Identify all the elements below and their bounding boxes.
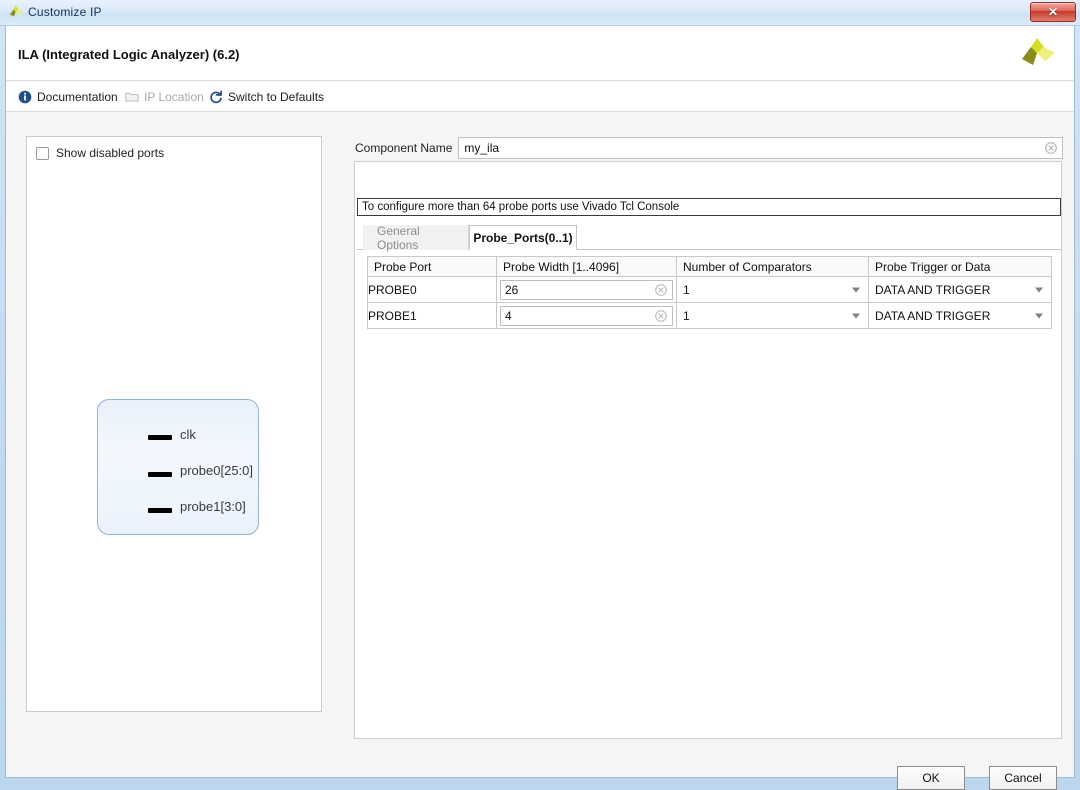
page-title: ILA (Integrated Logic Analyzer) (6.2) (18, 47, 240, 62)
config-panel: Component Name To configure more than 64… (354, 137, 1063, 739)
probe-width-field[interactable] (500, 279, 673, 300)
tab-general-options-label: General Options (377, 223, 420, 252)
documentation-button[interactable]: Documentation (18, 88, 118, 106)
port-line-clk (148, 435, 172, 440)
probe-width-cell[interactable] (496, 302, 677, 329)
show-disabled-ports-label: Show disabled ports (56, 146, 165, 160)
clear-circle-icon[interactable] (1045, 142, 1057, 154)
trigger-or-data-cell[interactable]: DATA AND TRIGGER (868, 276, 1052, 303)
ports-preview-panel: Show disabled ports clk probe0[25:0] pro… (26, 136, 322, 712)
ok-button[interactable]: OK (897, 766, 965, 790)
clear-circle-icon[interactable] (655, 309, 667, 322)
port-line-probe1 (148, 508, 172, 513)
trigger-or-data-dropdown[interactable]: DATA AND TRIGGER (869, 278, 1051, 302)
probe-width-input[interactable] (501, 306, 672, 325)
comparators-cell[interactable]: 1 (676, 276, 869, 303)
chevron-down-icon (1035, 313, 1043, 318)
trigger-or-data-value: DATA AND TRIGGER (875, 308, 991, 323)
table-header-row: Probe Port Probe Width [1..4096] Number … (367, 256, 1052, 277)
probe-width-field[interactable] (500, 305, 673, 326)
folder-icon (125, 90, 139, 104)
probe-ports-table: Probe Port Probe Width [1..4096] Number … (367, 256, 1052, 329)
window-title: Customize IP (28, 5, 102, 19)
port-label-probe1: probe1[3:0] (180, 499, 246, 514)
column-header-probe-width: Probe Width [1..4096] (496, 256, 677, 277)
ip-header: ILA (Integrated Logic Analyzer) (6.2) (6, 26, 1074, 81)
comparators-cell[interactable]: 1 (676, 302, 869, 329)
chevron-down-icon (1035, 287, 1043, 292)
port-label-probe0: probe0[25:0] (180, 463, 254, 478)
close-button[interactable]: ✕ (1030, 2, 1076, 22)
comparators-dropdown[interactable]: 1 (677, 278, 868, 302)
probe-width-cell[interactable] (496, 276, 677, 303)
column-header-trigger-or-data: Probe Trigger or Data (868, 256, 1052, 277)
show-disabled-ports-checkbox[interactable]: Show disabled ports (36, 146, 164, 160)
switch-to-defaults-label: Switch to Defaults (228, 90, 325, 104)
component-name-label: Component Name (355, 141, 453, 155)
comparators-dropdown[interactable]: 1 (677, 304, 868, 328)
title-bar: Customize IP ✕ (0, 0, 1080, 26)
info-message-text: To configure more than 64 probe ports us… (362, 201, 680, 213)
component-name-field[interactable] (458, 137, 1063, 159)
chevron-down-icon (852, 287, 860, 292)
chevron-down-icon (852, 313, 860, 318)
trigger-or-data-value: DATA AND TRIGGER (875, 282, 991, 297)
xilinx-logo (1016, 34, 1058, 74)
dialog-window: Customize IP ✕ ILA (Integrated Logic Ana… (0, 0, 1080, 790)
port-line-probe0 (148, 472, 172, 477)
tab-strip: General Options Probe_Ports(0..1) (357, 223, 1061, 252)
info-message-bar: To configure more than 64 probe ports us… (357, 198, 1061, 216)
table-row: PROBE0 26 1 DATA AND TRIGGER (367, 276, 1052, 303)
tab-probe-ports-label: Probe_Ports(0..1) (473, 230, 573, 245)
checkbox-box[interactable] (36, 146, 49, 160)
column-header-probe-port: Probe Port (367, 256, 497, 277)
documentation-label: Documentation (37, 90, 118, 104)
port-label-clk: clk (180, 427, 196, 442)
trigger-or-data-dropdown[interactable]: DATA AND TRIGGER (869, 304, 1051, 328)
tab-general-options[interactable]: General Options (363, 223, 469, 252)
component-name-input[interactable] (459, 138, 1062, 158)
comparators-value: 1 (683, 308, 690, 323)
tab-probe-ports[interactable]: Probe_Ports(0..1) (469, 225, 577, 250)
clear-circle-icon[interactable] (655, 283, 667, 296)
ip-symbol-block: clk probe0[25:0] probe1[3:0] (97, 399, 259, 535)
component-name-row: Component Name (355, 137, 1063, 159)
xilinx-logo-icon (7, 4, 24, 21)
probe-width-input[interactable] (501, 280, 672, 299)
switch-to-defaults-button[interactable]: Switch to Defaults (209, 88, 324, 106)
probe-port-name: PROBE1 (367, 302, 497, 329)
info-icon (18, 90, 32, 104)
trigger-or-data-cell[interactable]: DATA AND TRIGGER (868, 302, 1052, 329)
ip-location-button[interactable]: IP Location (125, 88, 204, 106)
dialog-client-area: ILA (Integrated Logic Analyzer) (6.2) Do… (5, 26, 1075, 790)
column-header-num-comparators: Number of Comparators (676, 256, 869, 277)
refresh-icon (209, 90, 223, 104)
cancel-button[interactable]: Cancel (989, 766, 1057, 790)
ip-location-label: IP Location (144, 90, 204, 104)
table-row: PROBE1 4 1 DATA AND TRIGGER (367, 302, 1052, 329)
ip-toolbar: Documentation IP Location Switch to Defa… (6, 82, 1074, 112)
close-icon: ✕ (1047, 5, 1059, 19)
probe-port-name: PROBE0 (367, 276, 497, 303)
comparators-value: 1 (683, 282, 690, 297)
